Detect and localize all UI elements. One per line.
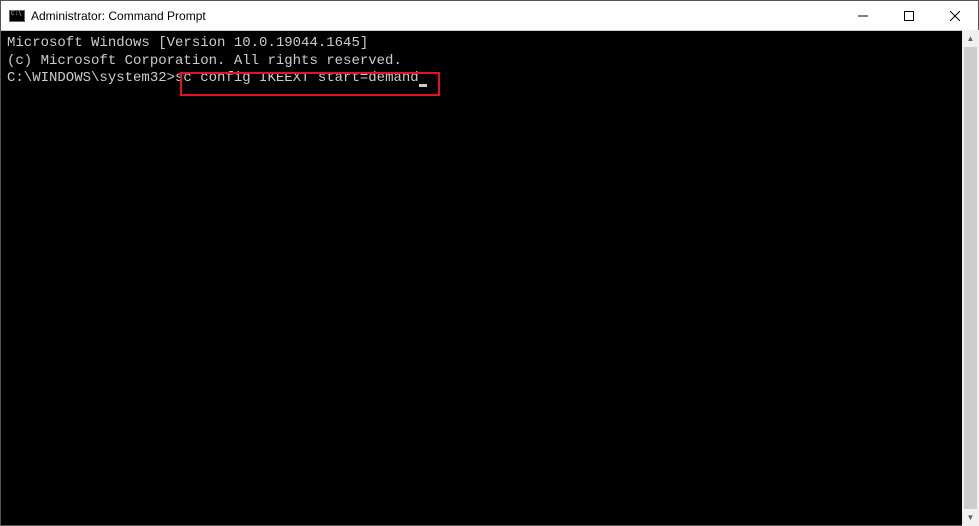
- window-controls: [840, 1, 978, 30]
- window-title: Administrator: Command Prompt: [31, 9, 840, 23]
- scroll-down-arrow-icon[interactable]: ▼: [962, 509, 979, 526]
- terminal-output[interactable]: Microsoft Windows [Version 10.0.19044.16…: [1, 31, 978, 525]
- close-button[interactable]: [932, 1, 978, 30]
- vertical-scrollbar[interactable]: ▲ ▼: [962, 30, 979, 526]
- command-prompt-window: Administrator: Command Prompt Microsoft …: [0, 0, 979, 526]
- command-text: sc config IKEEXT start=demand: [175, 70, 419, 86]
- scroll-thumb[interactable]: [964, 47, 977, 509]
- cmd-icon: [9, 10, 25, 22]
- prompt-line: C:\WINDOWS\system32>sc config IKEEXT sta…: [7, 70, 972, 88]
- maximize-button[interactable]: [886, 1, 932, 30]
- scroll-up-arrow-icon[interactable]: ▲: [962, 30, 979, 47]
- minimize-button[interactable]: [840, 1, 886, 30]
- app-icon: [9, 8, 25, 24]
- prompt: C:\WINDOWS\system32>: [7, 70, 175, 86]
- cursor: [419, 84, 427, 87]
- output-line: (c) Microsoft Corporation. All rights re…: [7, 53, 972, 71]
- scroll-track[interactable]: [962, 47, 979, 509]
- titlebar[interactable]: Administrator: Command Prompt: [1, 1, 978, 31]
- output-line: Microsoft Windows [Version 10.0.19044.16…: [7, 35, 972, 53]
